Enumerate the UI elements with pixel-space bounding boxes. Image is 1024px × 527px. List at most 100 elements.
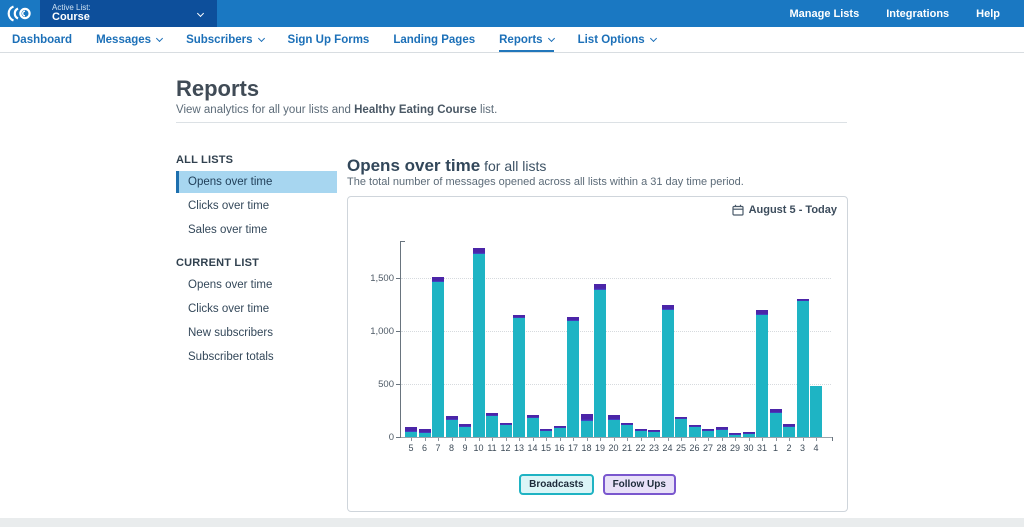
bar-broadcasts-day-17 xyxy=(567,321,579,437)
x-tick-1 xyxy=(776,438,777,441)
x-tick-29 xyxy=(735,438,736,441)
x-tick-13 xyxy=(519,438,520,441)
bar-broadcasts-day-19 xyxy=(594,290,606,437)
bar-broadcasts-day-8 xyxy=(446,420,458,437)
bar-followups-day-17 xyxy=(567,317,579,321)
x-tick-26 xyxy=(695,438,696,441)
bar-broadcasts-day-12 xyxy=(500,425,512,437)
page-subtitle: View analytics for all your lists and He… xyxy=(176,104,497,116)
y-axis-label: 0 xyxy=(354,432,394,443)
manage-lists-link[interactable]: Manage Lists xyxy=(790,8,860,20)
bar-broadcasts-day-26 xyxy=(689,427,701,437)
chevron-down-icon xyxy=(258,34,265,41)
bar-followups-day-5 xyxy=(405,427,417,432)
active-list-value: Course xyxy=(52,12,91,24)
nav-landing-pages[interactable]: Landing Pages xyxy=(393,27,475,52)
bar-broadcasts-day-5 xyxy=(405,432,417,437)
bar-broadcasts-day-28 xyxy=(716,430,728,437)
page-title: Reports xyxy=(176,76,259,102)
bar-followups-day-13 xyxy=(513,315,525,318)
bar-broadcasts-day-6 xyxy=(419,433,431,437)
bar-broadcasts-day-25 xyxy=(675,418,687,437)
bar-followups-day-24 xyxy=(662,305,674,310)
footer-strip xyxy=(0,518,1024,527)
report-description: The total number of messages opened acro… xyxy=(347,176,744,188)
bar-broadcasts-day-14 xyxy=(527,418,539,437)
bar-broadcasts-day-10 xyxy=(473,254,485,437)
bar-followups-day-28 xyxy=(716,427,728,430)
chevron-down-icon xyxy=(650,34,657,41)
nav-list-options[interactable]: List Options xyxy=(578,27,656,52)
x-tick-11 xyxy=(492,438,493,441)
y-axis-label: 500 xyxy=(354,379,394,390)
y-axis-cap xyxy=(400,241,405,242)
active-list-text: Active List: Course xyxy=(52,4,91,24)
bar-followups-day-30 xyxy=(743,432,755,434)
bar-followups-day-10 xyxy=(473,248,485,254)
x-tick-12 xyxy=(506,438,507,441)
x-tick-23 xyxy=(654,438,655,441)
x-tick-7 xyxy=(438,438,439,441)
aweber-logo-icon[interactable] xyxy=(0,0,40,27)
sidebar-item-subscriber-totals[interactable]: Subscriber totals xyxy=(176,346,337,368)
bar-broadcasts-day-21 xyxy=(621,425,633,437)
nav-subscribers[interactable]: Subscribers xyxy=(186,27,263,52)
bar-followups-day-14 xyxy=(527,415,539,419)
bar-followups-day-6 xyxy=(419,429,431,433)
legend-broadcasts-button[interactable]: Broadcasts xyxy=(519,474,593,495)
bar-followups-day-29 xyxy=(729,433,741,435)
bar-followups-day-26 xyxy=(689,425,701,428)
chart-legend: Broadcasts Follow Ups xyxy=(348,474,847,495)
bar-broadcasts-day-4 xyxy=(810,386,822,437)
x-tick-18 xyxy=(587,438,588,441)
active-list-dropdown[interactable]: Active List: Course xyxy=(40,0,217,27)
x-tick-28 xyxy=(722,438,723,441)
sidebar-item-new-subscribers[interactable]: New subscribers xyxy=(176,322,337,344)
x-tick-14 xyxy=(533,438,534,441)
bar-broadcasts-day-7 xyxy=(432,282,444,437)
x-tick-8 xyxy=(452,438,453,441)
x-tick-24 xyxy=(668,438,669,441)
y-tick-0 xyxy=(396,437,401,438)
y-axis-label: 1,500 xyxy=(354,273,394,284)
x-tick-30 xyxy=(749,438,750,441)
sidebar-item-current-clicks-over-time[interactable]: Clicks over time xyxy=(176,298,337,320)
bar-followups-day-15 xyxy=(540,429,552,431)
bar-followups-day-11 xyxy=(486,413,498,417)
bar-broadcasts-day-24 xyxy=(662,310,674,437)
nav-dashboard[interactable]: Dashboard xyxy=(12,27,72,52)
help-link[interactable]: Help xyxy=(976,8,1000,20)
bar-broadcasts-day-9 xyxy=(459,427,471,437)
sidebar-item-all-opens-over-time[interactable]: Opens over time xyxy=(176,171,337,193)
bar-broadcasts-day-2 xyxy=(783,427,795,437)
bar-followups-day-23 xyxy=(648,430,660,432)
y-tick-500 xyxy=(396,384,401,385)
sidebar-item-all-sales-over-time[interactable]: Sales over time xyxy=(176,219,337,241)
bar-broadcasts-day-15 xyxy=(540,431,552,437)
bar-broadcasts-day-23 xyxy=(648,432,660,437)
x-tick-9 xyxy=(465,438,466,441)
sidebar-item-current-opens-over-time[interactable]: Opens over time xyxy=(176,274,337,296)
integrations-link[interactable]: Integrations xyxy=(886,8,949,20)
sidebar-heading-all-lists: ALL LISTS xyxy=(176,150,337,171)
y-tick-1000 xyxy=(396,331,401,332)
bar-followups-day-7 xyxy=(432,277,444,282)
x-tick-22 xyxy=(641,438,642,441)
x-tick-6 xyxy=(425,438,426,441)
sidebar-item-all-clicks-over-time[interactable]: Clicks over time xyxy=(176,195,337,217)
legend-followups-button[interactable]: Follow Ups xyxy=(603,474,676,495)
bar-followups-day-19 xyxy=(594,284,606,289)
x-tick-15 xyxy=(546,438,547,441)
x-tick-2 xyxy=(789,438,790,441)
chart-panel: August 5 - Today 05001,0001,500567891011… xyxy=(347,196,848,512)
bar-broadcasts-day-13 xyxy=(513,318,525,437)
y-tick-1500 xyxy=(396,278,401,279)
nav-messages[interactable]: Messages xyxy=(96,27,162,52)
x-axis-label: 4 xyxy=(806,443,826,453)
topbar: Active List: Course Manage Lists Integra… xyxy=(0,0,1024,27)
nav-reports[interactable]: Reports xyxy=(499,27,553,52)
topbar-links: Manage Lists Integrations Help xyxy=(790,0,1024,27)
bar-broadcasts-day-3 xyxy=(797,301,809,437)
bar-followups-day-27 xyxy=(702,429,714,431)
nav-signup-forms[interactable]: Sign Up Forms xyxy=(288,27,370,52)
